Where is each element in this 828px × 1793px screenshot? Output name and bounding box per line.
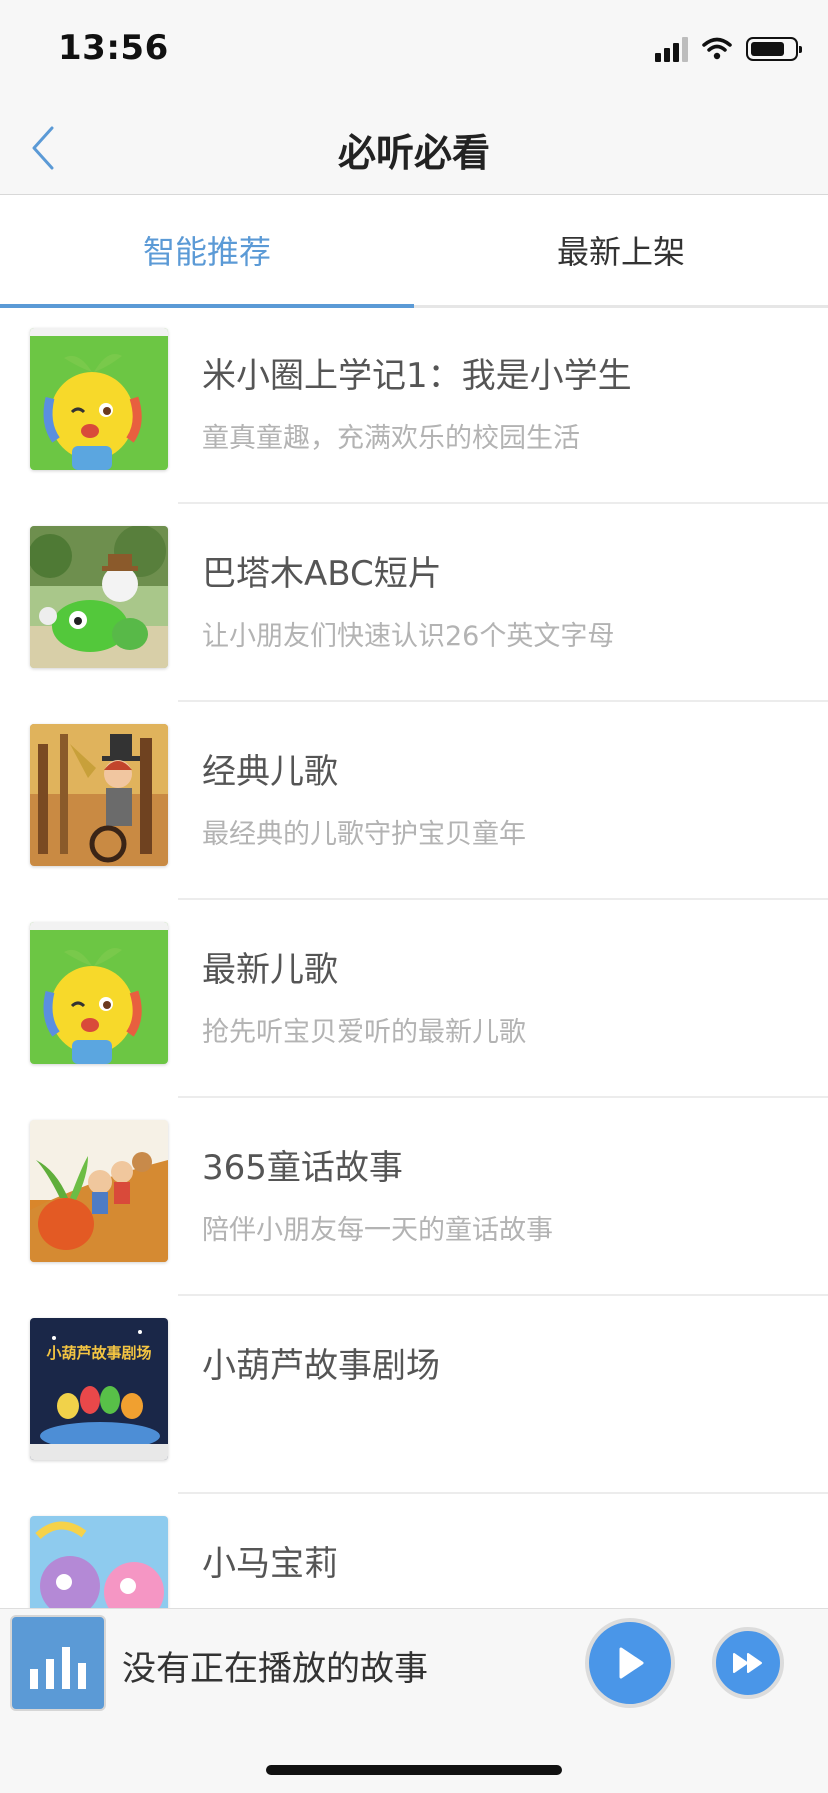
item-title: 米小圈上学记1：我是小学生: [202, 356, 632, 396]
battery-level: [751, 42, 784, 56]
item-subtitle: 最经典的儿歌守护宝贝童年: [202, 819, 526, 850]
item-subtitle: 陪伴小朋友每一天的童话故事: [202, 1215, 553, 1246]
fast-forward-icon: [733, 1653, 762, 1673]
cellular-signal-icon: [655, 36, 688, 62]
page-title: 必听必看: [337, 131, 490, 175]
content-list: 米小圈上学记1：我是小学生 童真童趣，充满欢乐的校园生活 巴塔木ABC短片 让小: [0, 306, 828, 1692]
play-icon: [619, 1647, 644, 1679]
next-button[interactable]: [712, 1627, 784, 1699]
item-title: 小马宝莉: [202, 1544, 338, 1584]
list-item[interactable]: 经典儿歌 最经典的儿歌守护宝贝童年: [0, 702, 828, 900]
tab-bar: 智能推荐 最新上架: [0, 195, 828, 308]
list-item[interactable]: 最新儿歌 抢先听宝贝爱听的最新儿歌: [0, 900, 828, 1098]
thumbnail-image: [30, 922, 168, 1064]
thumbnail-image: [30, 1120, 168, 1262]
wifi-icon: [702, 37, 732, 60]
battery-icon: [746, 37, 802, 61]
item-title: 小葫芦故事剧场: [202, 1346, 440, 1386]
play-button[interactable]: [585, 1618, 675, 1708]
now-playing-text: 没有正在播放的故事: [122, 1649, 428, 1689]
thumbnail-image: [30, 328, 168, 470]
item-title: 最新儿歌: [202, 950, 338, 990]
svg-text:小葫芦故事剧场: 小葫芦故事剧场: [46, 1344, 151, 1362]
thumbnail-image: [30, 724, 168, 866]
list-item[interactable]: 巴塔木ABC短片 让小朋友们快速认识26个英文字母: [0, 504, 828, 702]
tab-newest[interactable]: 最新上架: [414, 195, 828, 305]
item-subtitle: 让小朋友们快速认识26个英文字母: [202, 621, 615, 652]
thumbnail-image: [30, 526, 168, 668]
tab-smart-recommend[interactable]: 智能推荐: [0, 195, 414, 308]
item-subtitle: 抢先听宝贝爱听的最新儿歌: [202, 1017, 526, 1048]
list-item[interactable]: 米小圈上学记1：我是小学生 童真童趣，充满欢乐的校园生活: [0, 306, 828, 504]
audio-bars-icon: [10, 1615, 106, 1711]
status-time: 13:56: [58, 28, 169, 68]
status-bar: 13:56: [0, 0, 828, 100]
home-indicator: [266, 1765, 562, 1775]
list-item[interactable]: 小葫芦故事剧场 小葫芦故事剧场: [0, 1296, 828, 1494]
status-icons: [655, 34, 802, 64]
item-title: 365童话故事: [202, 1148, 403, 1188]
thumbnail-image: 小葫芦故事剧场: [30, 1318, 168, 1460]
item-subtitle: 童真童趣，充满欢乐的校园生活: [202, 423, 580, 454]
item-title: 巴塔木ABC短片: [202, 554, 442, 594]
item-title: 经典儿歌: [202, 752, 338, 792]
list-item[interactable]: 365童话故事 陪伴小朋友每一天的童话故事: [0, 1098, 828, 1296]
navigation-bar: 必听必看: [0, 100, 828, 195]
